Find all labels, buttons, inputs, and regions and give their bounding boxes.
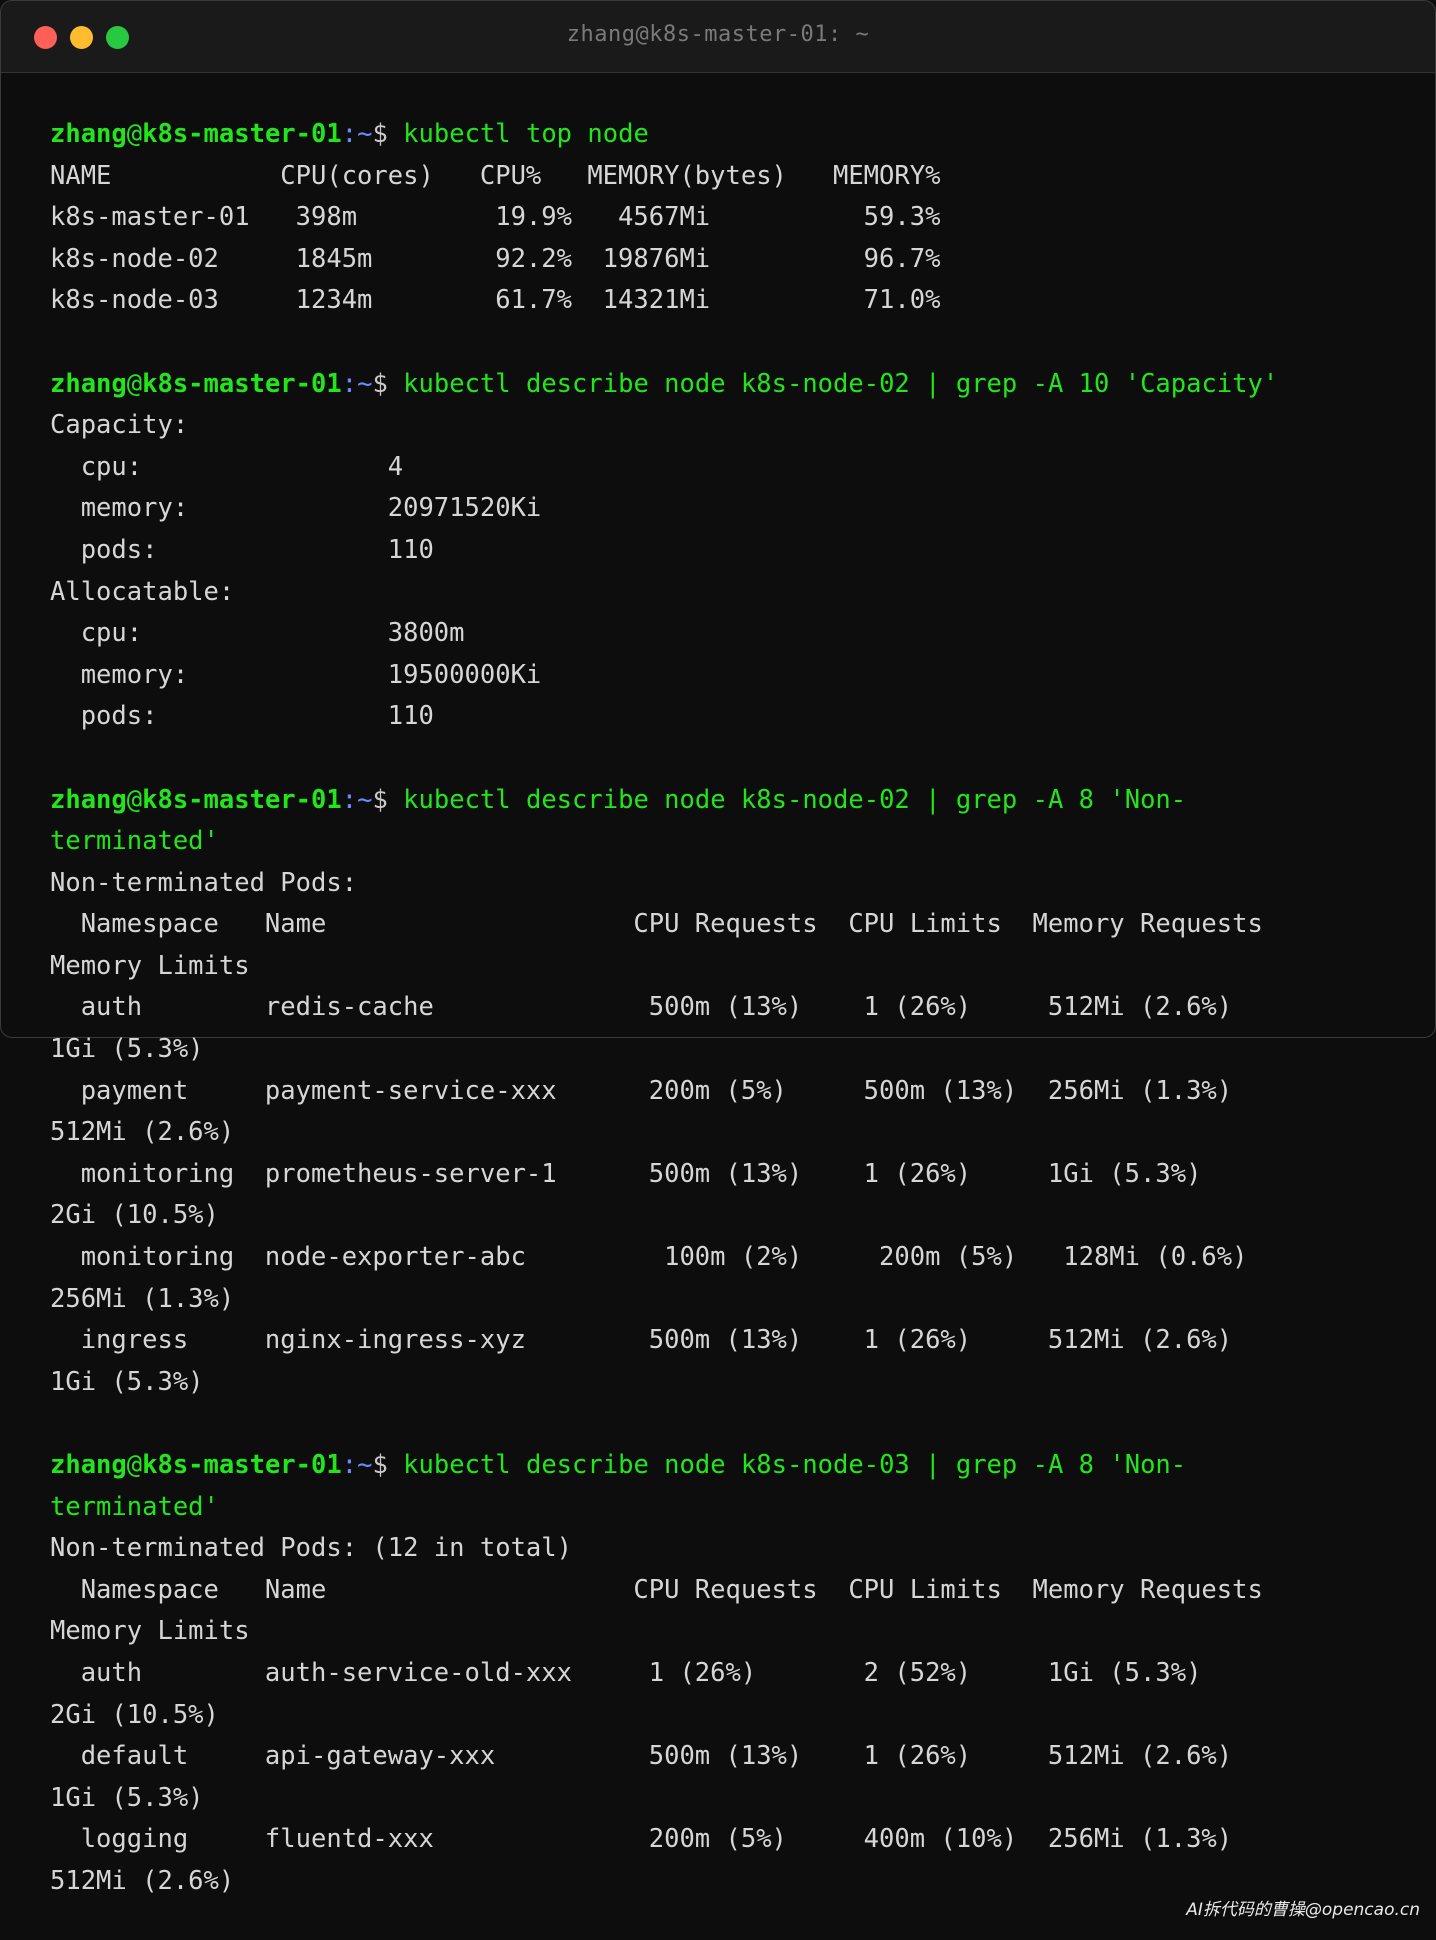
table-row: auth redis-cache 500m (13%) 1 (26%) 512M… <box>50 992 1233 1023</box>
prompt-path: :~ <box>341 784 373 815</box>
table-row: 2Gi (10.5%) <box>50 1699 219 1730</box>
table-row: 1Gi (5.3%) <box>50 1782 204 1813</box>
output-line: Non-terminated Pods: <box>50 867 358 898</box>
prompt-dollar: $ <box>372 119 404 149</box>
table-row: default api-gateway-xxx 500m (13%) 1 (26… <box>50 1741 1233 1772</box>
command-text: kubectl describe node k8s-node-02 | grep… <box>403 784 1187 815</box>
table-row: monitoring prometheus-server-1 500m (13%… <box>50 1158 1202 1189</box>
prompt-line: zhang@k8s-master-01:~$ kubectl describe … <box>50 364 1278 406</box>
prompt-line: zhang@k8s-master-01:~$ kubectl describe … <box>50 780 1278 822</box>
table-row: monitoring node-exporter-abc 100m (2%) 2… <box>50 1242 1248 1273</box>
table-row: auth auth-service-old-xxx 1 (26%) 2 (52%… <box>50 1657 1202 1688</box>
command-text: kubectl describe node k8s-node-02 | grep… <box>403 368 1279 399</box>
table-row: 512Mi (2.6%) <box>50 1117 235 1148</box>
command-continuation: terminated' <box>50 1491 219 1522</box>
command-text: kubectl top node <box>403 119 649 149</box>
prompt-path: :~ <box>341 368 373 399</box>
output-line: k8s-master-01 398m 19.9% 4567Mi 59.3% <box>50 202 941 233</box>
output-line: memory: 19500000Ki <box>50 659 542 690</box>
prompt-at: @ <box>126 119 143 149</box>
prompt-host: k8s-master-01 <box>142 1450 342 1480</box>
prompt-user: zhang <box>50 368 127 399</box>
prompt-path: :~ <box>341 1450 373 1480</box>
window-title: zhang@k8s-master-01: ~ <box>566 22 870 47</box>
prompt-path: :~ <box>341 119 373 149</box>
output-line: Non-terminated Pods: (12 in total) <box>50 1533 572 1564</box>
prompt-dollar: $ <box>372 368 404 399</box>
prompt-host: k8s-master-01 <box>142 368 342 399</box>
table-header-line: Namespace Name CPU Requests CPU Limits M… <box>50 1574 1263 1605</box>
prompt-at: @ <box>126 784 143 815</box>
output-line: pods: 110 <box>50 701 434 732</box>
table-row: 1Gi (5.3%) <box>50 1366 204 1397</box>
table-row: 1Gi (5.3%) <box>50 1034 204 1065</box>
output-line: k8s-node-02 1845m 92.2% 19876Mi 96.7% <box>50 243 941 274</box>
table-row: 256Mi (1.3%) <box>50 1283 235 1314</box>
command-text: kubectl describe node k8s-node-03 | grep… <box>403 1450 1187 1480</box>
output-line: Allocatable: <box>50 576 235 607</box>
table-row: ingress nginx-ingress-xyz 500m (13%) 1 (… <box>50 1325 1233 1356</box>
table-row: logging fluentd-xxx 200m (5%) 400m (10%)… <box>50 1824 1233 1855</box>
terminal-output[interactable]: zhang@k8s-master-01:~$ kubectl top node N… <box>50 114 1278 1903</box>
prompt-dollar: $ <box>372 1450 404 1480</box>
output-line: Capacity: <box>50 410 189 441</box>
prompt-user: zhang <box>50 784 127 815</box>
table-row: payment payment-service-xxx 200m (5%) 50… <box>50 1075 1233 1106</box>
table-row: 2Gi (10.5%) <box>50 1200 219 1231</box>
prompt-at: @ <box>126 1450 143 1480</box>
table-row: 512Mi (2.6%) <box>50 1865 235 1896</box>
command-continuation: terminated' <box>50 826 219 857</box>
output-line: memory: 20971520Ki <box>50 493 542 524</box>
output-line: cpu: 3800m <box>50 618 465 649</box>
table-header-line: Namespace Name CPU Requests CPU Limits M… <box>50 909 1263 940</box>
prompt-host: k8s-master-01 <box>142 119 342 149</box>
prompt-line: zhang@k8s-master-01:~$ kubectl top node <box>50 114 1278 156</box>
output-line: pods: 110 <box>50 534 434 565</box>
prompt-line: zhang@k8s-master-01:~$ kubectl describe … <box>50 1445 1278 1487</box>
window-titlebar: zhang@k8s-master-01: ~ <box>0 0 1436 73</box>
prompt-user: zhang <box>50 119 127 149</box>
prompt-host: k8s-master-01 <box>142 784 342 815</box>
output-line: NAME CPU(cores) CPU% MEMORY(bytes) MEMOR… <box>50 160 941 191</box>
output-line: k8s-node-03 1234m 61.7% 14321Mi 71.0% <box>50 285 941 316</box>
prompt-user: zhang <box>50 1450 127 1480</box>
prompt-dollar: $ <box>372 784 404 815</box>
output-line: cpu: 4 <box>50 451 404 482</box>
prompt-at: @ <box>126 368 143 399</box>
table-header-line: Memory Limits <box>50 1616 250 1647</box>
terminal-screenshot: zhang@k8s-master-01: ~ zhang@k8s-master-… <box>0 0 1436 1940</box>
table-header-line: Memory Limits <box>50 950 250 981</box>
watermark: AI拆代码的曹操@opencao.cn <box>1186 1900 1420 1920</box>
